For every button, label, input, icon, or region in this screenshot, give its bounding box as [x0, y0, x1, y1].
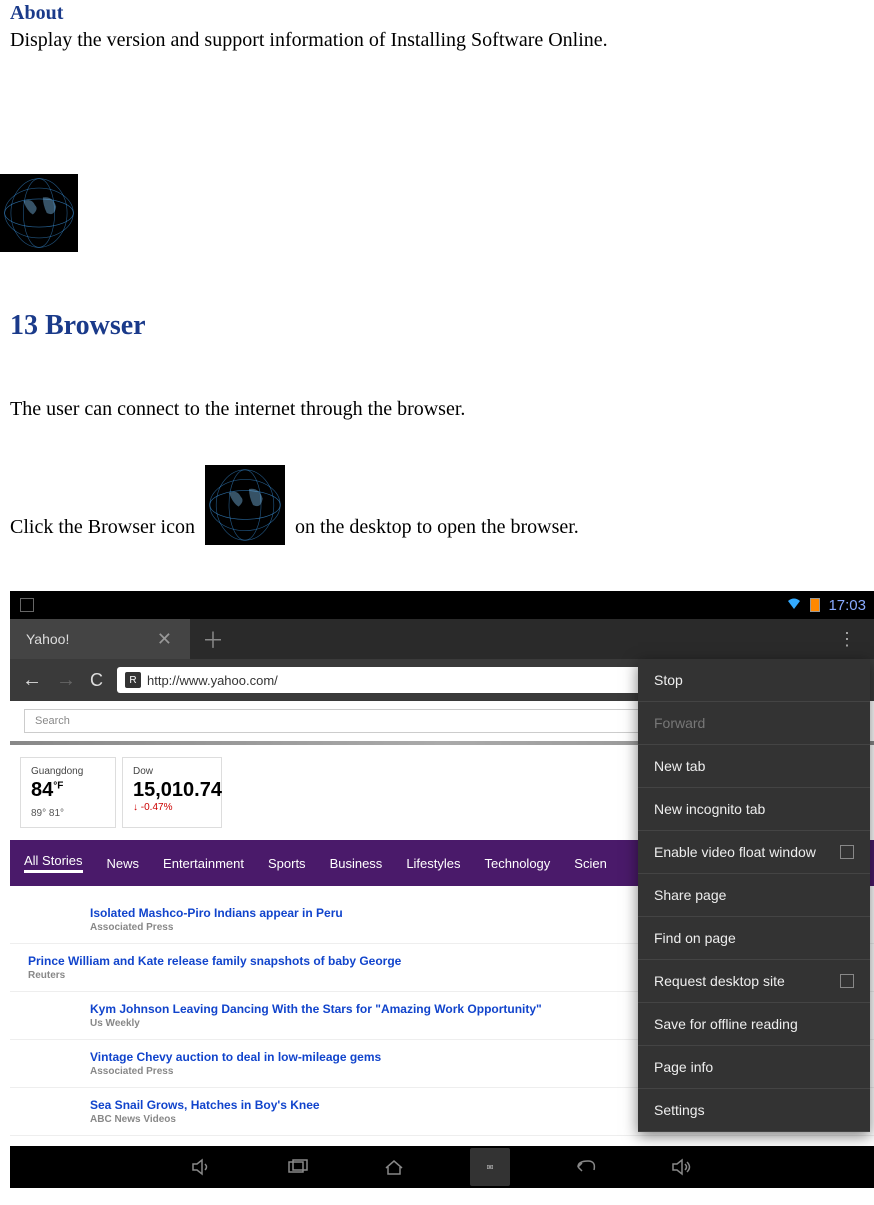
menu-item-label: New tab — [654, 758, 705, 774]
volume-up-icon[interactable] — [662, 1158, 702, 1176]
menu-item-label: Share page — [654, 887, 726, 903]
browser-globe-icon — [0, 172, 78, 254]
menu-item[interactable]: New tab — [638, 745, 870, 788]
reload-button[interactable]: C — [90, 670, 103, 691]
menu-item[interactable]: Find on page — [638, 917, 870, 960]
screenshot-icon[interactable] — [470, 1148, 510, 1186]
about-heading: About — [10, 2, 864, 25]
menu-item-label: New incognito tab — [654, 801, 765, 817]
menu-item[interactable]: Settings — [638, 1089, 870, 1132]
back-button[interactable]: ← — [22, 669, 42, 692]
menu-checkbox[interactable] — [840, 974, 854, 988]
battery-icon — [810, 598, 820, 612]
browser-tab-active[interactable]: Yahoo! ✕ — [10, 619, 190, 659]
menu-item-label: Enable video float window — [654, 844, 816, 860]
site-favicon: R — [125, 672, 141, 688]
android-navigation-bar — [10, 1146, 874, 1188]
menu-item-label: Forward — [654, 715, 705, 731]
chapter-heading: 13 Browser — [10, 310, 864, 342]
yahoo-nav-item[interactable]: Business — [330, 856, 383, 871]
card-spacer — [228, 757, 660, 828]
chapter-click-text: Click the Browser icon on the desktop to… — [10, 465, 864, 539]
wifi-icon — [786, 597, 802, 614]
volume-down-icon[interactable] — [182, 1158, 222, 1176]
home-icon[interactable] — [374, 1158, 414, 1176]
menu-item[interactable]: Share page — [638, 874, 870, 917]
weather-location: Guangdong — [31, 766, 105, 777]
about-description: Display the version and support informat… — [10, 29, 864, 52]
menu-item-label: Save for offline reading — [654, 1016, 798, 1032]
menu-item-label: Find on page — [654, 930, 736, 946]
tab-close-icon[interactable]: ✕ — [157, 629, 172, 650]
click-suffix: on the desktop to open the browser. — [295, 516, 579, 539]
menu-item[interactable]: New incognito tab — [638, 788, 870, 831]
stock-card[interactable]: Dow 15,010.74 ↓ -0.47% — [122, 757, 222, 828]
back-icon[interactable] — [566, 1158, 606, 1176]
weather-temp: 84°F — [31, 779, 105, 802]
menu-item-label: Settings — [654, 1102, 705, 1118]
android-status-bar: 17:03 — [10, 591, 874, 619]
menu-item[interactable]: Page info — [638, 1046, 870, 1089]
stock-name: Dow — [133, 766, 211, 777]
notification-icon — [20, 598, 34, 612]
click-prefix: Click the Browser icon — [10, 516, 195, 539]
browser-globe-icon-inline — [205, 465, 285, 545]
stock-change: ↓ -0.47% — [133, 802, 211, 813]
yahoo-nav-item[interactable]: News — [107, 856, 140, 871]
menu-item[interactable]: Stop — [638, 659, 870, 702]
url-text: http://www.yahoo.com/ — [147, 673, 278, 688]
browser-context-menu: Stop Forward New tab New incognito tab Enabl… — [638, 659, 870, 1132]
menu-item[interactable]: Enable video float window — [638, 831, 870, 874]
yahoo-nav-item[interactable]: Technology — [485, 856, 551, 871]
yahoo-nav-item[interactable]: Scien — [574, 856, 607, 871]
browser-screenshot: 17:03 Yahoo! ✕ ＋ ⋮ ← → C R http://www.ya… — [10, 591, 874, 1188]
yahoo-nav-item[interactable]: All Stories — [24, 853, 83, 873]
weather-card[interactable]: Guangdong 84°F 89° 81° — [20, 757, 116, 828]
yahoo-nav-item[interactable]: Entertainment — [163, 856, 244, 871]
menu-item[interactable]: Save for offline reading — [638, 1003, 870, 1046]
menu-item[interactable]: Request desktop site — [638, 960, 870, 1003]
menu-checkbox[interactable] — [840, 845, 854, 859]
stock-value: 15,010.74 — [133, 779, 211, 802]
forward-button[interactable]: → — [56, 669, 76, 692]
menu-item: Forward — [638, 702, 870, 745]
menu-item-label: Stop — [654, 672, 683, 688]
browser-tab-bar: Yahoo! ✕ ＋ ⋮ — [10, 619, 874, 659]
recent-apps-icon[interactable] — [278, 1158, 318, 1176]
chapter-intro-text: The user can connect to the internet thr… — [10, 398, 864, 421]
status-time: 17:03 — [828, 597, 866, 614]
yahoo-nav-item[interactable]: Lifestyles — [406, 856, 460, 871]
yahoo-nav-item[interactable]: Sports — [268, 856, 306, 871]
new-tab-button[interactable]: ＋ — [202, 623, 224, 655]
tab-title: Yahoo! — [26, 631, 69, 647]
tab-overflow-menu-icon[interactable]: ⋮ — [838, 629, 854, 650]
menu-item-label: Request desktop site — [654, 973, 785, 989]
weather-hilo: 89° 81° — [31, 808, 105, 819]
menu-item-label: Page info — [654, 1059, 713, 1075]
